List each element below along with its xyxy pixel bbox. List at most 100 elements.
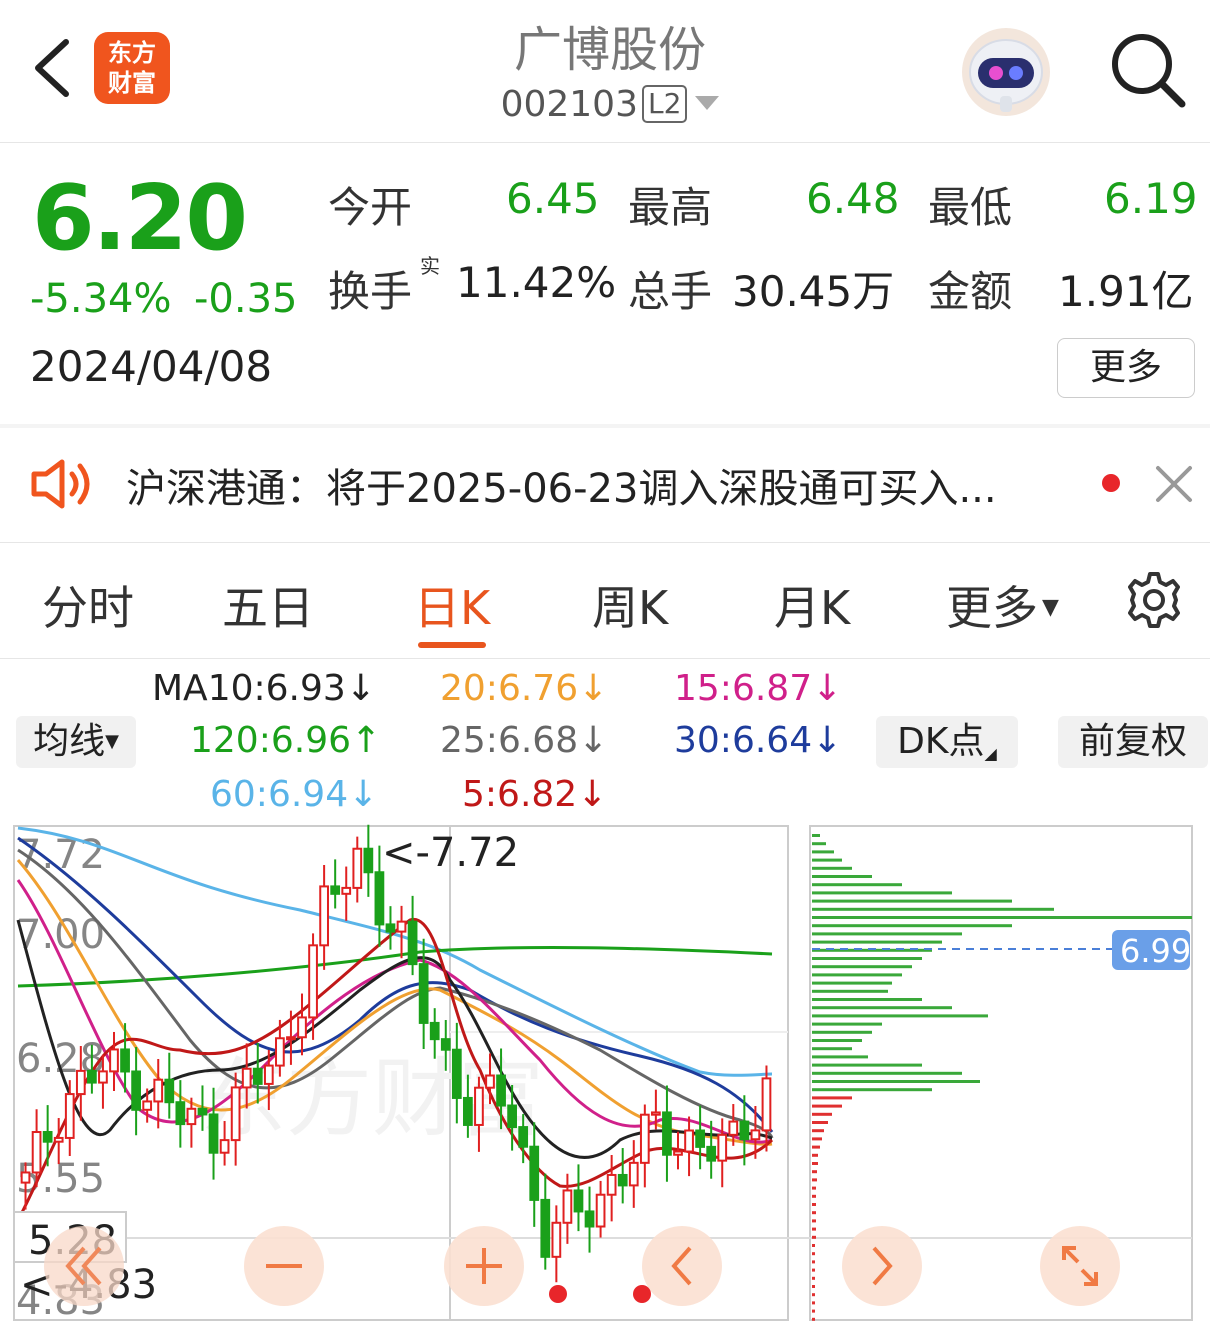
stock-code: 002103 xyxy=(500,84,638,125)
candle-up xyxy=(297,1016,307,1039)
volume-profile-bar xyxy=(812,1162,818,1165)
close-icon[interactable] xyxy=(1152,462,1196,506)
volume-profile-bar xyxy=(812,1080,980,1083)
ma-selector-button[interactable]: 均线▼ xyxy=(16,716,136,768)
zoom-out-button[interactable] xyxy=(244,1226,324,1306)
volume-profile-bar xyxy=(812,891,952,895)
tab-daily-k[interactable]: 日K xyxy=(414,572,490,638)
notice-text[interactable]: 沪深港通：将于2025-06-23调入深股通可买入... xyxy=(126,456,997,514)
candle-up xyxy=(684,1129,694,1153)
kline-chart[interactable]: 东方财富 7.72 7.00 6.28 5.55 4.83 <-7.72 <-4… xyxy=(0,820,1210,1322)
tab-intraday[interactable]: 分时 xyxy=(42,572,134,638)
volume-profile-bar xyxy=(812,965,912,969)
zoom-in-button[interactable] xyxy=(444,1226,524,1306)
dk-point-button[interactable]: DK点◢ xyxy=(876,716,1018,768)
candle-down xyxy=(463,1096,473,1126)
search-icon[interactable] xyxy=(1108,30,1188,110)
level2-badge: L2 xyxy=(642,85,688,123)
candle-down xyxy=(42,1131,53,1143)
volume-profile-bar xyxy=(812,1227,816,1231)
profile-price-label: 6.99 xyxy=(1120,932,1191,970)
volume-profile-bar xyxy=(812,899,1012,903)
volume-profile-bar xyxy=(812,1047,852,1051)
candle-down xyxy=(695,1129,705,1148)
ma15-value: 15:6.87↓ xyxy=(674,668,843,709)
scroll-right-button[interactable] xyxy=(842,1226,922,1306)
volume-profile-bar xyxy=(812,1153,818,1157)
candle-down xyxy=(385,923,396,933)
candle-up xyxy=(75,1069,86,1096)
tab-more[interactable]: 更多 ▼ xyxy=(946,572,1059,638)
volume-profile-bar xyxy=(812,1170,817,1174)
event-dot xyxy=(633,1285,651,1303)
candle-down xyxy=(617,1173,628,1187)
stock-code-selector[interactable]: 002103 L2 xyxy=(400,84,820,125)
open-value: 6.45 xyxy=(506,174,600,223)
candle-up xyxy=(241,1067,252,1089)
more-quote-button[interactable]: 更多 xyxy=(1057,338,1195,398)
candle-up xyxy=(98,1070,108,1084)
high-label: 最高 xyxy=(628,183,713,232)
last-price: 6.20 xyxy=(32,166,248,271)
ai-assistant-robot-icon[interactable] xyxy=(960,26,1052,118)
volume-profile-bar xyxy=(812,1022,882,1026)
corner-caret-icon: ◢ xyxy=(984,744,997,763)
rewind-button[interactable] xyxy=(44,1226,124,1306)
candle-up xyxy=(230,1086,241,1142)
volume-profile-bar xyxy=(812,1096,852,1100)
volume-profile-bar xyxy=(812,842,826,846)
volume-profile-bar xyxy=(812,1293,815,1297)
gear-icon[interactable] xyxy=(1124,570,1184,630)
candle-up xyxy=(717,1133,728,1162)
volume-label: 总手 xyxy=(628,267,713,316)
change-percent: -5.34% xyxy=(30,276,172,322)
volume-profile-bar xyxy=(812,940,942,944)
active-tab-indicator xyxy=(418,642,486,648)
candle-down xyxy=(529,1145,540,1201)
volume-profile-bar xyxy=(812,907,1054,911)
open-label: 今开 xyxy=(328,183,413,232)
candle-up xyxy=(109,1048,119,1073)
volume-profile-bar xyxy=(812,1039,862,1042)
candle-up xyxy=(142,1100,153,1111)
volume-profile-bar xyxy=(812,1030,872,1034)
volume-profile-bar xyxy=(812,1203,816,1206)
candle-up xyxy=(286,1036,296,1041)
volume-profile-bar xyxy=(812,916,1192,919)
candle-down xyxy=(662,1111,672,1156)
volume-profile-bar xyxy=(812,1071,962,1075)
tab-weekly-k[interactable]: 周K xyxy=(592,572,668,638)
ma120-value: 120:6.96↑ xyxy=(190,720,382,761)
back-arrow-icon[interactable] xyxy=(28,36,78,100)
volume-profile-bar xyxy=(812,1006,952,1010)
adjust-price-button[interactable]: 前复权 xyxy=(1058,716,1208,768)
volume-profile-bar xyxy=(812,924,1012,928)
candle-up xyxy=(396,920,407,933)
volume-profile-bar xyxy=(812,1055,868,1059)
volume-profile-bar xyxy=(812,1268,815,1272)
app-logo[interactable]: 东方 财富 xyxy=(94,32,170,104)
candle-down xyxy=(584,1210,595,1228)
logo-text-line1: 东方 xyxy=(108,39,156,67)
dk-point-label: DK点 xyxy=(897,721,985,762)
scroll-left-button[interactable] xyxy=(642,1226,722,1306)
volume-profile-bar xyxy=(812,883,902,887)
volume-profile-bar xyxy=(812,1276,815,1280)
low-label: 最低 xyxy=(928,183,1013,232)
volume-profile-bar xyxy=(812,1244,815,1247)
volume-profile-bar xyxy=(812,858,842,862)
turnover-value: 11.42% xyxy=(456,258,617,307)
volume-profile-bar xyxy=(812,1260,815,1264)
candle-down xyxy=(208,1113,219,1154)
tab-monthly-k[interactable]: 月K xyxy=(774,572,850,638)
tab-five-day[interactable]: 五日 xyxy=(222,572,314,638)
volume-profile-bar xyxy=(812,1088,932,1092)
candle-down xyxy=(496,1074,506,1107)
candle-down xyxy=(175,1101,186,1126)
volume-profile-bar xyxy=(812,1301,815,1305)
candle-down xyxy=(540,1198,551,1258)
dropdown-caret-icon xyxy=(695,96,720,110)
candle-up xyxy=(308,944,318,1019)
ma20-value: 20:6.76↓ xyxy=(440,668,609,709)
fullscreen-button[interactable] xyxy=(1040,1226,1120,1306)
